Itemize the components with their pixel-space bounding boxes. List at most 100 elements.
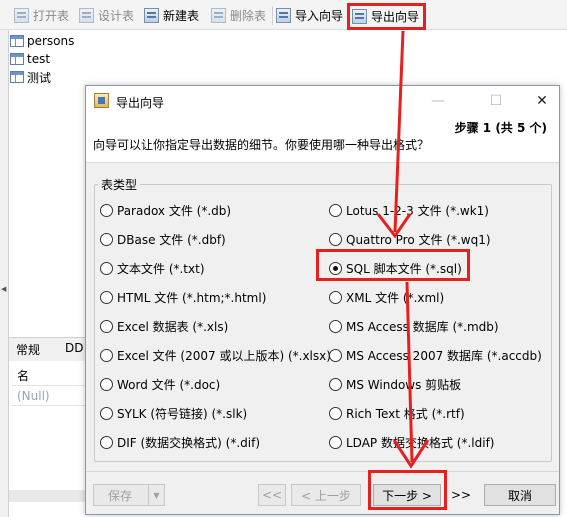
export-wizard-button[interactable]: 导出向导 [347,3,427,30]
export-wizard-icon [352,9,367,24]
radio-button-icon[interactable] [329,203,342,217]
format-radio-option[interactable]: Paradox 文件 (*.db) [100,201,231,219]
last-step-button[interactable]: >> [448,484,474,506]
cancel-button[interactable]: 取消 [484,484,556,506]
format-radio-option[interactable]: DIF (数据交换格式) (*.dif) [100,433,260,451]
new-table-icon [144,8,159,23]
radio-button-icon[interactable] [100,290,113,304]
property-row: 名 [12,366,87,386]
footer-separator [86,471,559,472]
new-table-button[interactable]: 新建表 [144,5,199,26]
format-radio-option[interactable]: Rich Text 格式 (*.rtf) [329,404,465,422]
radio-button-icon[interactable] [329,435,342,449]
format-radio-label: MS Access 2007 数据库 (*.accdb) [346,348,542,363]
export-wizard-dialog: 导出向导 — ☐ ✕ 步骤 1 (共 5 个) 向导可以让你指定导出数据的细节。… [85,85,560,515]
radio-button-icon[interactable] [329,319,342,333]
import-wizard-button[interactable]: 导入向导 [276,5,343,26]
format-radio-option[interactable]: HTML 文件 (*.htm;*.html) [100,288,266,306]
radio-button-icon[interactable] [100,435,113,449]
save-button-label: 保存 [107,488,132,503]
delete-table-icon [211,8,226,23]
previous-step-label: < 上一步 [301,488,351,503]
sql-highlight-box [316,249,470,281]
format-radio-option[interactable]: LDAP 数据交换格式 (*.ldif) [329,433,494,451]
table-icon [10,35,24,47]
format-radio-option[interactable]: Quattro Pro 文件 (*.wq1) [329,230,491,248]
format-radio-option[interactable]: Excel 数据表 (*.xls) [100,317,228,335]
table-item[interactable]: persons [10,32,74,50]
format-radio-option[interactable]: Excel 文件 (2007 或以上版本) (*.xlsx) [100,346,331,364]
radio-button-icon[interactable] [100,319,113,333]
first-step-button[interactable]: << [258,484,286,506]
horizontal-scrollbar[interactable] [9,490,87,502]
radio-button-icon[interactable] [329,232,342,246]
tab-ddl[interactable]: DD [65,341,83,355]
group-label: 表类型 [98,176,141,193]
delete-table-button[interactable]: 删除表 [211,5,266,26]
format-radio-option[interactable]: 文本文件 (*.txt) [100,259,205,277]
design-table-button[interactable]: 设计表 [79,5,134,26]
table-icon [10,71,24,83]
format-radio-option[interactable]: MS Access 数据库 (*.mdb) [329,317,499,335]
radio-button-icon[interactable] [329,406,342,420]
radio-button-icon[interactable] [329,377,342,391]
property-grid: 名 (Null) [12,366,87,406]
save-button[interactable]: 保存 ▼ [93,484,165,506]
format-radio-option[interactable]: XML 文件 (*.xml) [329,288,444,306]
format-radio-option[interactable]: MS Access 2007 数据库 (*.accdb) [329,346,542,364]
radio-button-icon[interactable] [100,406,113,420]
open-table-button[interactable]: 打开表 [14,5,69,26]
minimize-icon: — [431,93,445,109]
radio-button-icon[interactable] [100,348,113,362]
new-table-label: 新建表 [163,9,200,23]
next-highlight-box [368,470,447,510]
last-step-label: >> [450,488,472,502]
radio-button-icon[interactable] [329,348,342,362]
format-radio-label: MS Access 数据库 (*.mdb) [346,319,499,334]
maximize-icon: ☐ [489,93,503,109]
previous-step-button[interactable]: < 上一步 [291,484,361,506]
tab-general[interactable]: 常规 [16,341,40,358]
table-list: persons test 测试 [10,32,74,86]
property-row: (Null) [12,386,87,406]
format-radio-label: Lotus 1-2-3 文件 (*.wk1) [346,203,489,218]
format-radio-label: DIF (数据交换格式) (*.dif) [117,435,261,450]
table-item[interactable]: test [10,50,74,68]
format-radio-option[interactable]: MS Windows 剪贴板 [329,375,461,393]
design-table-label: 设计表 [98,9,135,23]
format-radio-option[interactable]: SYLK (符号链接) (*.slk) [100,404,247,422]
dialog-header: 步骤 1 (共 5 个) 向导可以让你指定导出数据的细节。你要使用哪一种导出格式… [86,116,559,163]
import-wizard-icon [276,8,291,23]
radio-button-icon[interactable] [100,377,113,391]
close-icon[interactable]: ✕ [527,91,557,111]
wizard-prompt: 向导可以让你指定导出数据的细节。你要使用哪一种导出格式？ [93,138,430,152]
chevron-down-icon[interactable]: ▼ [148,485,164,505]
format-radio-option[interactable]: DBase 文件 (*.dbf) [100,230,226,248]
main-toolbar: 打开表 设计表 新建表 删除表 导入向导 导出向导 [0,0,567,30]
property-tabs: 常规 DD [9,337,87,361]
format-radio-label: LDAP 数据交换格式 (*.ldif) [346,435,495,450]
cancel-button-label: 取消 [507,488,532,503]
delete-table-label: 删除表 [230,9,267,23]
splitter-grip-icon: ◀ [1,285,7,293]
design-table-icon [79,8,94,23]
left-splitter[interactable]: ◀ [0,30,9,517]
import-wizard-label: 导入向导 [295,9,344,23]
open-table-icon [14,8,29,23]
radio-button-icon[interactable] [329,290,342,304]
format-radio-option[interactable]: Word 文件 (*.doc) [100,375,220,393]
format-radio-label: DBase 文件 (*.dbf) [117,232,226,247]
format-radio-label: Excel 文件 (2007 或以上版本) (*.xlsx) [117,348,331,363]
format-radio-label: 文本文件 (*.txt) [117,261,205,276]
export-wizard-icon [94,93,109,108]
radio-button-icon[interactable] [100,232,113,246]
format-radio-label: Paradox 文件 (*.db) [117,203,232,218]
format-radio-label: HTML 文件 (*.htm;*.html) [117,290,267,305]
table-item[interactable]: 测试 [10,68,74,86]
format-radio-option[interactable]: Lotus 1-2-3 文件 (*.wk1) [329,201,489,219]
radio-button-icon[interactable] [100,203,113,217]
table-item-label: 测试 [27,70,52,85]
format-radio-label: Quattro Pro 文件 (*.wq1) [346,232,491,247]
toolbar-separator [272,6,273,25]
radio-button-icon[interactable] [100,261,113,275]
